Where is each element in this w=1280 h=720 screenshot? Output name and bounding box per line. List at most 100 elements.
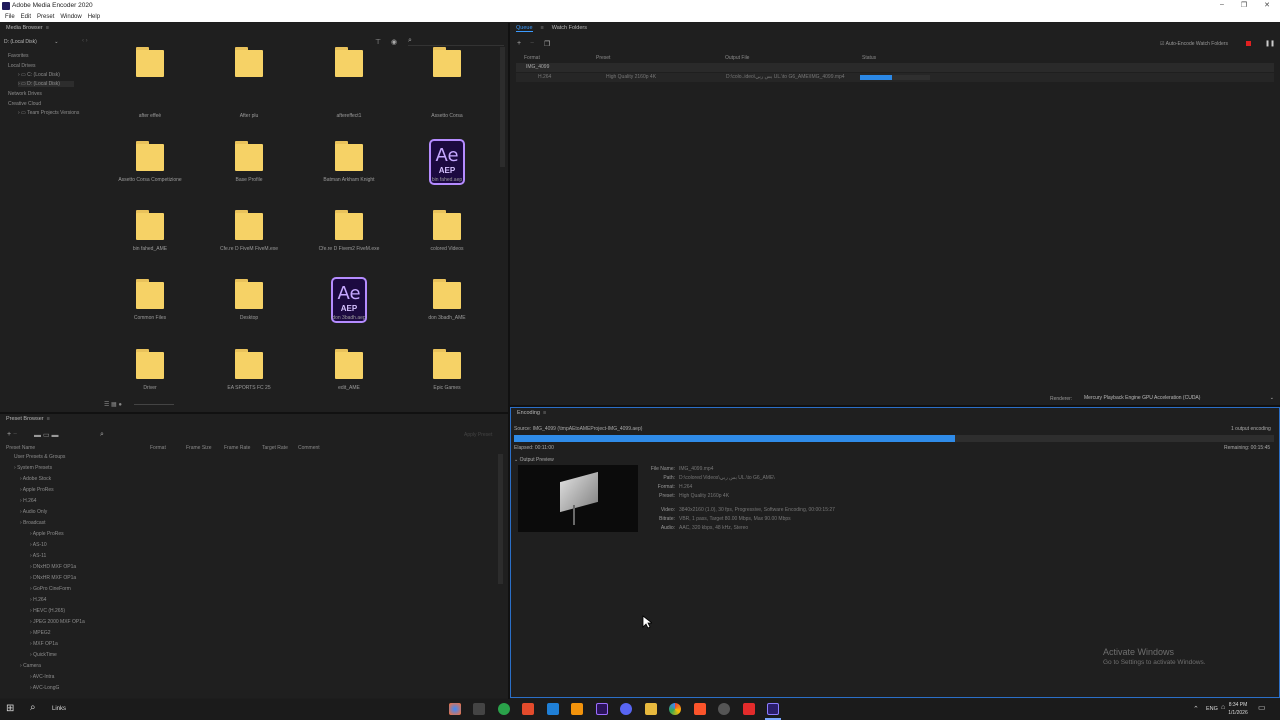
left-horizontal-splitter[interactable] xyxy=(0,412,508,414)
preset-gopro-item[interactable]: › GoPro CineForm xyxy=(30,586,71,592)
preset-scrollbar[interactable] xyxy=(498,454,503,584)
folder-icon[interactable] xyxy=(433,210,461,240)
edge-browser-icon[interactable] xyxy=(449,703,461,715)
folder-icon[interactable] xyxy=(136,210,164,240)
preset-h264-item[interactable]: › H.264 xyxy=(30,597,46,603)
media-item-label[interactable]: Cfe.re D FiveM FiveM.exe xyxy=(199,246,299,252)
col-comment[interactable]: Comment xyxy=(298,445,320,451)
preset-search-icon[interactable]: ⌕ xyxy=(100,431,104,439)
start-windows-icon[interactable]: ⊞ xyxy=(6,703,14,714)
col-preset-name[interactable]: Preset Name xyxy=(6,445,35,451)
filter-icon[interactable]: ⊤ xyxy=(375,38,381,46)
queue-item-header[interactable]: IMG_4099 xyxy=(516,63,1274,72)
preset-dnxhr-item[interactable]: › DNxHR MXF OP1a xyxy=(30,575,76,581)
stop-queue-button[interactable] xyxy=(1246,41,1251,46)
media-item-label[interactable]: Epic Games xyxy=(397,385,497,391)
taskbar-search-label[interactable]: Links xyxy=(52,706,66,712)
menu-help[interactable]: Help xyxy=(88,14,100,20)
folder-icon[interactable] xyxy=(335,210,363,240)
auto-encode-toggle[interactable]: ☑ Auto-Encode Watch Folders xyxy=(1160,41,1228,47)
clock-date[interactable]: 1/1/2026 xyxy=(1224,710,1252,716)
folder-icon[interactable] xyxy=(235,47,263,77)
tree-favorites[interactable]: Favorites xyxy=(8,53,29,59)
folder-icon[interactable] xyxy=(335,349,363,379)
preset-broadcast-group[interactable]: › Broadcast xyxy=(20,520,46,526)
illustrator-icon[interactable] xyxy=(571,703,583,715)
queue-menu-icon[interactable]: ≡ xyxy=(541,25,544,31)
media-item-label[interactable]: Assetto Corsa xyxy=(397,113,497,119)
duplicate-icon[interactable]: ❐ xyxy=(544,40,550,48)
tree-team-projects[interactable]: › ▭ Team Projects Versions xyxy=(18,110,79,116)
output-format[interactable]: H.264 xyxy=(538,74,551,80)
folder-icon[interactable] xyxy=(433,47,461,77)
new-preset-icon[interactable]: + − xyxy=(7,431,17,438)
zoom-slider[interactable] xyxy=(134,404,174,405)
folder-icon[interactable] xyxy=(235,210,263,240)
preset-hevc-item[interactable]: › HEVC (H.265) xyxy=(30,608,65,614)
media-item-label[interactable]: aftereffect1 xyxy=(299,113,399,119)
preset-mxf-item[interactable]: › MXF OP1a xyxy=(30,641,58,647)
file-explorer-icon[interactable] xyxy=(645,703,657,715)
folder-icon[interactable] xyxy=(235,141,263,171)
preset-apple-prores-item[interactable]: › Apple ProRes xyxy=(30,531,64,537)
menu-file[interactable]: File xyxy=(5,14,15,20)
output-preset[interactable]: High Quality 2160p 4K xyxy=(606,74,656,80)
xbox-icon[interactable] xyxy=(498,703,510,715)
list-view-icon[interactable]: ☰ ▦ ● xyxy=(104,401,122,408)
discord-icon[interactable] xyxy=(620,703,632,715)
media-item-label[interactable]: Cfe.re D Fivem2 FiveM.exe xyxy=(299,246,399,252)
preset-quicktime-item[interactable]: › QuickTime xyxy=(30,652,57,658)
tab-queue[interactable]: Queue xyxy=(516,25,533,32)
preset-system-presets-group[interactable]: › System Presets xyxy=(14,465,52,471)
col-frame-size[interactable]: Frame Size xyxy=(186,445,212,451)
github-icon[interactable] xyxy=(718,703,730,715)
media-item-label[interactable]: Base Profile xyxy=(199,177,299,183)
output-file[interactable]: D:\colo..ideo\بس ربي UL.\to G6_AME\IMG_4… xyxy=(726,74,845,80)
add-source-icon[interactable]: + xyxy=(517,40,521,47)
vscode-icon[interactable] xyxy=(547,703,559,715)
right-horizontal-splitter[interactable] xyxy=(510,405,1280,407)
folder-icon[interactable] xyxy=(136,349,164,379)
language-indicator[interactable]: ENG xyxy=(1206,706,1218,712)
tree-drive-d[interactable]: › ▭ D: (Local Disk) xyxy=(18,81,74,87)
preset-adobe-stock-group[interactable]: › Adobe Stock xyxy=(20,476,51,482)
preset-avc-longg-item[interactable]: › AVC-LongG xyxy=(30,685,59,691)
folder-icon[interactable] xyxy=(335,47,363,77)
preset-dnxhd-item[interactable]: › DNxHD MXF OP1a xyxy=(30,564,76,570)
pause-queue-button[interactable]: ❚❚ xyxy=(1265,40,1275,47)
col-output-file[interactable]: Output File xyxy=(725,55,749,61)
preset-user-presets-group[interactable]: User Presets & Groups xyxy=(14,454,65,460)
folder-icon[interactable] xyxy=(235,349,263,379)
calculator-icon[interactable] xyxy=(473,703,485,715)
col-target-rate[interactable]: Target Rate xyxy=(262,445,288,451)
tray-chevron-icon[interactable]: ⌃ xyxy=(1193,705,1199,713)
folder-icon[interactable]: ▬ ▭ ▬ xyxy=(34,431,59,439)
grid-scrollbar[interactable] xyxy=(500,47,505,167)
tree-network-drives[interactable]: Network Drives xyxy=(8,91,42,97)
renderer-select[interactable]: Mercury Playback Engine GPU Acceleration… xyxy=(1084,395,1274,403)
queue-output-row[interactable]: H.264 High Quality 2160p 4K D:\colo..ide… xyxy=(516,73,1274,82)
preset-mpeg2-item[interactable]: › MPEG2 xyxy=(30,630,51,636)
after-effects-taskbar-icon[interactable] xyxy=(596,703,608,715)
preset-h264-group[interactable]: › H.264 xyxy=(20,498,36,504)
folder-icon[interactable] xyxy=(136,47,164,77)
folder-icon[interactable] xyxy=(433,279,461,309)
preset-menu-icon[interactable]: ≡ xyxy=(47,416,50,422)
folder-icon[interactable] xyxy=(136,279,164,309)
media-app-icon[interactable] xyxy=(743,703,755,715)
media-item-label[interactable]: bin fahed_AME xyxy=(100,246,200,252)
menu-preset[interactable]: Preset xyxy=(37,14,54,20)
media-item-label[interactable]: colored Videos xyxy=(397,246,497,252)
taskbar-search-icon[interactable]: ⌕ xyxy=(30,702,36,713)
preset-apple-prores-group[interactable]: › Apple ProRes xyxy=(20,487,54,493)
media-item-label[interactable]: Batman Arkham Knight xyxy=(299,177,399,183)
folder-icon[interactable] xyxy=(335,141,363,171)
folder-icon[interactable] xyxy=(433,349,461,379)
folder-icon[interactable] xyxy=(235,279,263,309)
col-frame-rate[interactable]: Frame Rate xyxy=(224,445,250,451)
minimize-button[interactable]: – xyxy=(1212,1,1232,8)
preset-audio-only-group[interactable]: › Audio Only xyxy=(20,509,47,515)
remove-icon[interactable]: − xyxy=(530,40,534,47)
brave-icon[interactable] xyxy=(694,703,706,715)
preset-avc-intra-item[interactable]: › AVC-Intra xyxy=(30,674,54,680)
